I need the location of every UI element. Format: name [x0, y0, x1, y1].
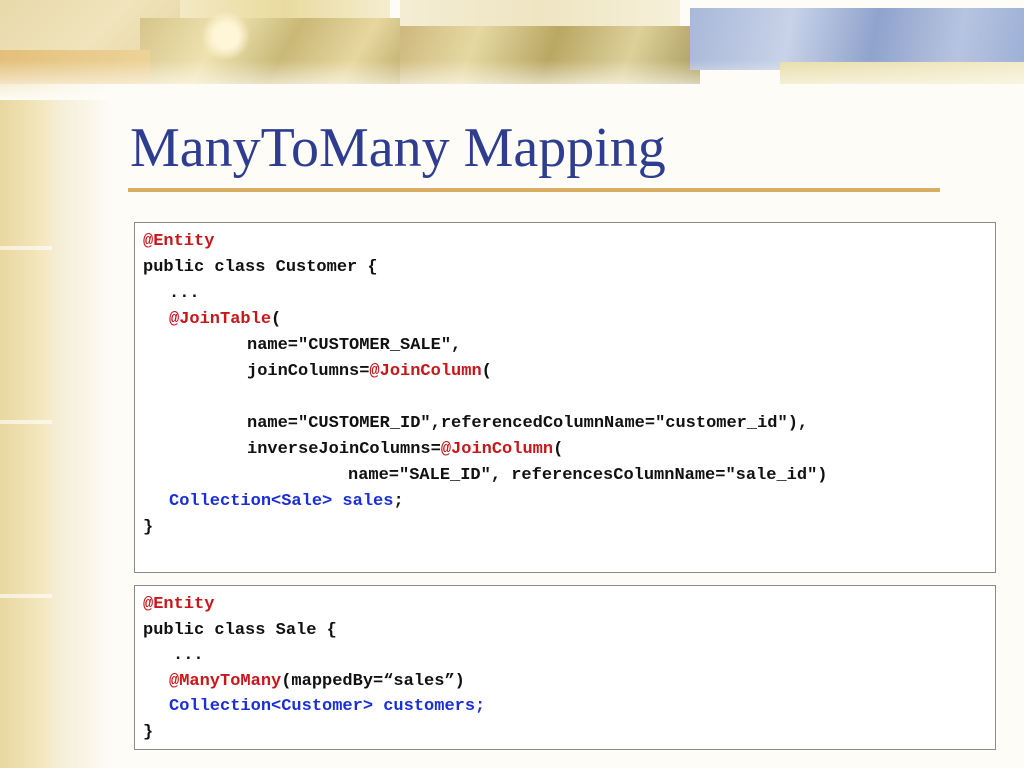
sale-code-block: @Entity public class Sale { ... @ManyToM… — [134, 585, 996, 750]
title-underline — [128, 188, 940, 192]
code-line: } — [143, 722, 154, 742]
code-line: @JoinTable( — [143, 307, 987, 333]
code-line: @ManyToMany(mappedBy=“sales”) — [143, 669, 987, 695]
code-line: @Entity — [143, 592, 987, 618]
code-line: name="SALE_ID", referencesColumnName="sa… — [348, 466, 828, 485]
type-highlight: Collection<Sale> sales — [169, 492, 394, 511]
type-highlight: Collection<Customer> customers; — [169, 697, 486, 716]
annotation: @JoinColumn — [440, 440, 554, 459]
code-line: public class Customer { — [143, 258, 378, 277]
code-line: joinColumns=@JoinColumn( — [143, 359, 987, 385]
code-text: ( — [481, 362, 492, 381]
code-line: ... — [169, 284, 200, 303]
customer-code-block: @Entity public class Customer { ... @Joi… — [134, 222, 996, 573]
annotation: @JoinTable — [169, 310, 272, 329]
left-strip-fade — [52, 0, 112, 768]
annotation: @Entity — [143, 232, 215, 251]
banner-tile — [400, 0, 680, 28]
slide-title: ManyToMany Mapping — [130, 117, 666, 179]
left-texture-strip — [0, 0, 52, 768]
code-line: name="CUSTOMER_SALE", — [247, 336, 462, 355]
annotation: @ManyToMany — [169, 671, 282, 691]
code-text: ; — [393, 492, 404, 511]
code-line: ... — [173, 646, 204, 665]
code-text: joinColumns= — [247, 362, 370, 381]
code-line: name="CUSTOMER_ID",referencedColumnName=… — [247, 414, 809, 433]
code-line: @Entity — [143, 229, 987, 255]
annotation: @JoinColumn — [369, 362, 482, 381]
code-line: Collection<Customer> customers; — [143, 694, 987, 720]
code-line: inverseJoinColumns=@JoinColumn( — [143, 437, 987, 463]
code-line: Collection<Sale> sales; — [143, 489, 987, 515]
code-text: ( — [553, 440, 564, 459]
banner-fade — [0, 60, 1024, 100]
code-text: (mappedBy=“sales”) — [281, 671, 465, 691]
annotation: @Entity — [143, 595, 215, 614]
code-text: inverseJoinColumns= — [247, 440, 441, 459]
code-line: } — [143, 518, 154, 537]
code-line: public class Sale { — [143, 620, 337, 640]
code-text: ( — [271, 310, 282, 329]
leaf-highlight — [196, 8, 256, 64]
